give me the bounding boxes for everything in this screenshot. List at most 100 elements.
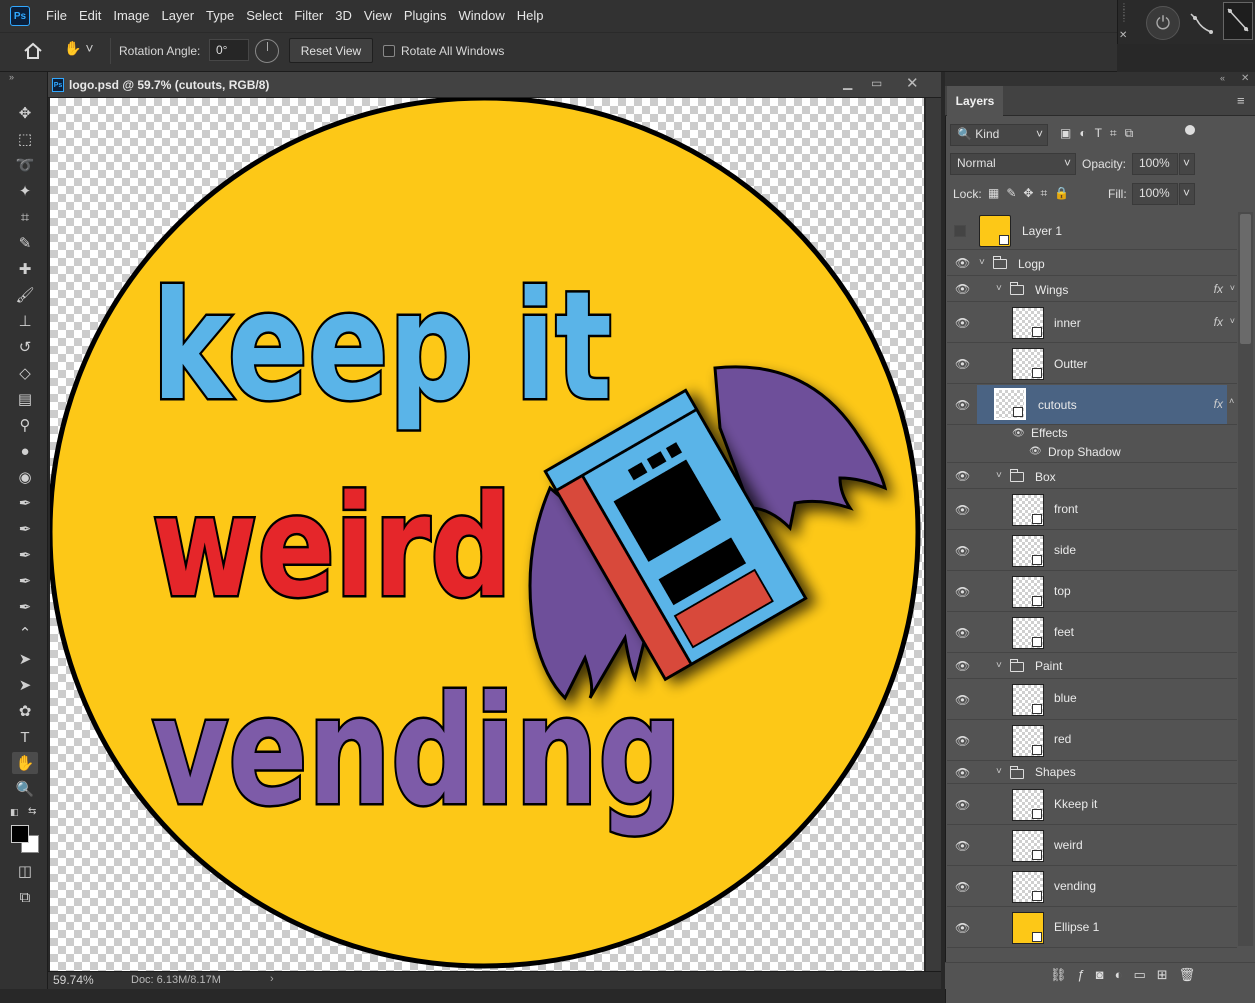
logo-artwork[interactable]: keep it weird vending: [50, 98, 924, 971]
layer-row-red[interactable]: 👁 red: [947, 721, 1237, 761]
layer-row-side[interactable]: 👁 side: [947, 531, 1237, 571]
zoom-tool-icon[interactable]: 🔍: [12, 778, 38, 800]
fx-icon[interactable]: fx: [1214, 315, 1223, 329]
layer-filter-icons[interactable]: ▣◐T⌗⧉: [1060, 126, 1141, 141]
filter-kind-select[interactable]: 🔍 Kind ˅: [950, 124, 1048, 146]
dodge-tool-icon[interactable]: ●: [12, 440, 38, 462]
eye-icon[interactable]: 👁: [955, 398, 970, 412]
collapse-panel-icon[interactable]: «: [1220, 73, 1225, 83]
chevron-down-icon[interactable]: ˅: [996, 766, 1002, 777]
eye-icon[interactable]: 👁: [955, 798, 970, 812]
layer-row-vending[interactable]: 👁 vending: [947, 867, 1237, 907]
hand-tool-icon[interactable]: ✋: [12, 752, 38, 774]
direct-selection-tool-icon[interactable]: ➤: [12, 674, 38, 696]
menu-3d[interactable]: 3D: [329, 0, 358, 32]
clone-stamp-tool-icon[interactable]: ⊥: [12, 310, 38, 332]
layer-row-blue[interactable]: 👁 blue: [947, 680, 1237, 720]
close-icon[interactable]: ✕: [1119, 30, 1127, 41]
eye-icon[interactable]: 👁: [955, 503, 970, 517]
eye-icon[interactable]: 👁: [955, 839, 970, 853]
sponge-tool-icon[interactable]: ◉: [12, 466, 38, 488]
rotation-dial[interactable]: [255, 39, 279, 63]
eye-icon[interactable]: 👁: [955, 544, 970, 558]
eye-icon[interactable]: 👁: [955, 921, 970, 935]
reset-view-button[interactable]: Reset View: [289, 38, 373, 63]
gradient-tool-icon[interactable]: ▤: [12, 388, 38, 410]
fx-icon[interactable]: fx: [1214, 397, 1223, 411]
path-selection-tool-icon[interactable]: ➤: [12, 648, 38, 670]
layer-row-ellipse-1[interactable]: 👁 Ellipse 1: [947, 908, 1237, 948]
menu-filter[interactable]: Filter: [288, 0, 329, 32]
filter-toggle-icon[interactable]: [1185, 125, 1195, 135]
eye-icon[interactable]: 👁: [955, 585, 970, 599]
rotate-all-windows-checkbox[interactable]: [383, 45, 395, 57]
effect-drop-shadow[interactable]: 👁 Drop Shadow: [947, 444, 1237, 463]
layer-row-front[interactable]: 👁 front: [947, 490, 1237, 530]
close-document-icon[interactable]: ✕: [906, 74, 919, 92]
menu-view[interactable]: View: [358, 0, 398, 32]
panel-menu-icon[interactable]: ≡: [1237, 93, 1245, 108]
eye-icon[interactable]: 👁: [955, 734, 970, 748]
menu-image[interactable]: Image: [107, 0, 155, 32]
chevron-down-icon[interactable]: ˅: [996, 283, 1002, 294]
home-icon[interactable]: [22, 40, 44, 62]
eye-icon[interactable]: 👁: [955, 626, 970, 640]
layer-row-outter[interactable]: 👁 Outter: [947, 344, 1237, 384]
layer-row-weird[interactable]: 👁 weird: [947, 826, 1237, 866]
zoom-level[interactable]: 59.74%: [53, 973, 94, 987]
screen-mode-icon[interactable]: ⧉: [12, 886, 38, 908]
eye-icon[interactable]: 👁: [955, 766, 970, 780]
eye-icon[interactable]: 👁: [955, 357, 970, 371]
chevron-down-icon[interactable]: ˅: [996, 660, 1002, 671]
blur-tool-icon[interactable]: ⚲: [12, 414, 38, 436]
healing-brush-tool-icon[interactable]: ✚: [12, 258, 38, 280]
layer-group-shapes[interactable]: 👁 ˅ Shapes: [947, 762, 1237, 784]
marquee-tool-icon[interactable]: ⬚: [12, 128, 38, 150]
layer-group-paint[interactable]: 👁 ˅ Paint: [947, 654, 1237, 679]
menu-layer[interactable]: Layer: [156, 0, 201, 32]
curvature-pen-tool-icon[interactable]: ✒: [12, 544, 38, 566]
custom-shape-tool-icon[interactable]: ✿: [12, 700, 38, 722]
add-anchor-tool-icon[interactable]: ✒: [12, 570, 38, 592]
eyedropper-tool-icon[interactable]: ✎: [12, 232, 38, 254]
grip-icon[interactable]: ⋮ ⋮ ⋮: [1120, 3, 1128, 30]
layer-row-cutouts[interactable]: cutouts fx: [977, 385, 1227, 425]
chevron-down-icon[interactable]: ˅: [1230, 316, 1235, 326]
eye-icon[interactable]: 👁: [955, 693, 970, 707]
fx-icon[interactable]: fx: [1214, 282, 1223, 296]
eye-icon[interactable]: 👁: [955, 256, 970, 270]
close-panel-icon[interactable]: ✕: [1241, 73, 1249, 84]
menu-plugins[interactable]: Plugins: [398, 0, 453, 32]
eye-icon[interactable]: 👁: [1012, 428, 1025, 439]
eye-icon[interactable]: 👁: [955, 316, 970, 330]
menu-help[interactable]: Help: [511, 0, 550, 32]
freeform-pen-tool-icon[interactable]: ✒: [12, 518, 38, 540]
power-icon[interactable]: ⏻: [1146, 6, 1180, 40]
lock-icons[interactable]: ▦✎✥⌗🔒: [988, 186, 1076, 201]
chevron-down-icon[interactable]: ˅: [979, 257, 985, 268]
lasso-tool-icon[interactable]: ➰: [12, 154, 38, 176]
layer-row-top[interactable]: 👁 top: [947, 572, 1237, 612]
canvas-scrollbar[interactable]: [926, 98, 941, 971]
layer-row-layer-1[interactable]: Layer 1: [947, 212, 1237, 250]
move-tool-icon[interactable]: ✥: [12, 102, 38, 124]
crop-tool-icon[interactable]: ⌗: [12, 206, 38, 228]
brush-tool-icon[interactable]: 🖌: [12, 284, 38, 306]
effects-row[interactable]: 👁 Effects: [947, 426, 1237, 444]
magic-wand-tool-icon[interactable]: ✦: [12, 180, 38, 202]
tab-layers[interactable]: Layers: [947, 86, 1003, 116]
hand-tool-preset-icon[interactable]: ✋ ˅: [64, 40, 104, 62]
menu-window[interactable]: Window: [452, 0, 510, 32]
eye-icon[interactable]: 👁: [1029, 446, 1042, 457]
menu-select[interactable]: Select: [240, 0, 288, 32]
history-brush-tool-icon[interactable]: ↺: [12, 336, 38, 358]
layer-row-kkeep-it[interactable]: 👁 Kkeep it: [947, 785, 1237, 825]
foreground-color-swatch[interactable]: [11, 825, 29, 843]
eye-icon[interactable]: 👁: [955, 880, 970, 894]
chevron-right-icon[interactable]: ›: [270, 973, 274, 985]
scrollbar-thumb[interactable]: [1240, 214, 1251, 344]
layer-group-wings[interactable]: 👁 ˅ Wings fx ˅: [947, 277, 1237, 302]
swap-colors-icon[interactable]: ⇆: [28, 806, 36, 817]
layer-group-logp[interactable]: 👁 ˅ Logp: [947, 251, 1237, 276]
type-tool-icon[interactable]: T: [12, 726, 38, 748]
